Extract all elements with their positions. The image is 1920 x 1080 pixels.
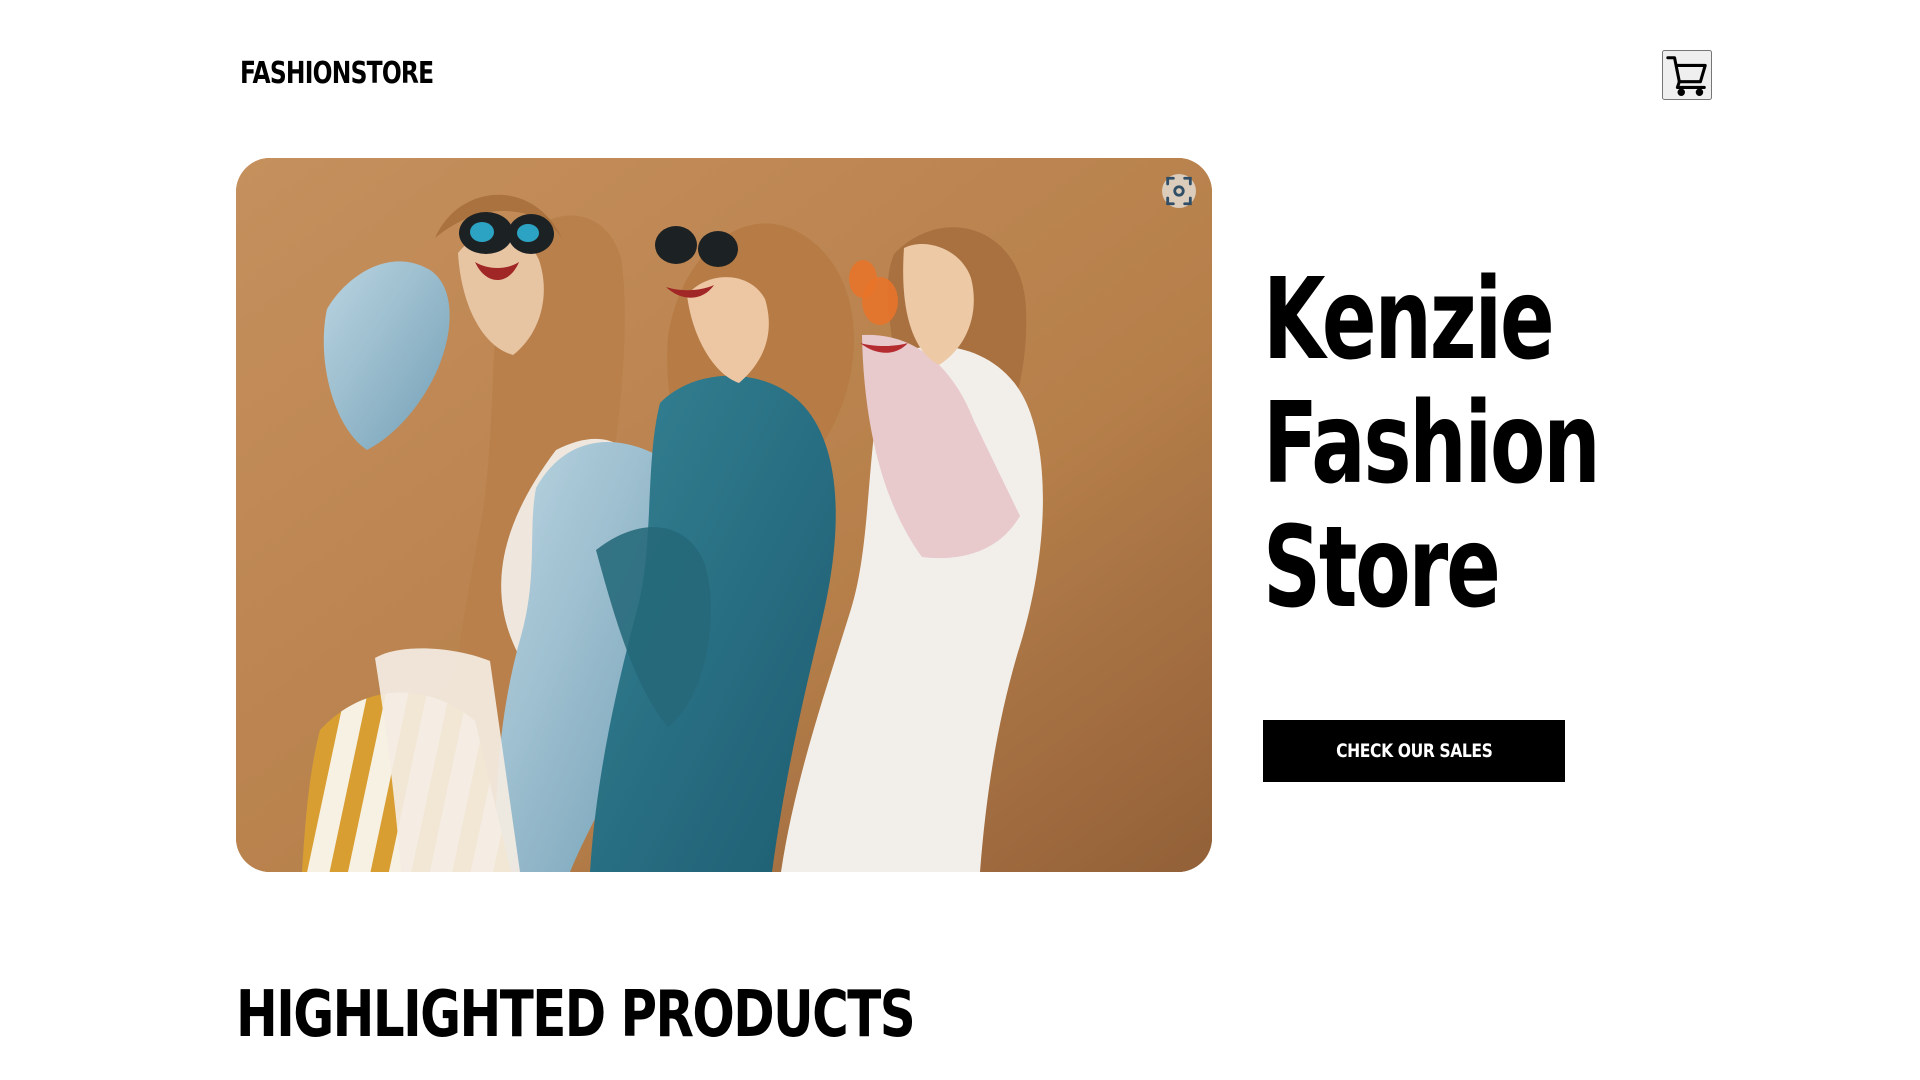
fashion-store-page: FASHIONSTORE Kenzie Fashion Store CHECK … (0, 0, 1920, 1080)
highlighted-products-heading: HIGHLIGHTED PRODUCTS (236, 978, 916, 1052)
lens-search-icon (1166, 176, 1192, 206)
hero-image (236, 158, 1212, 872)
store-logo[interactable]: FASHIONSTORE (240, 56, 434, 91)
hero-photo (236, 158, 1212, 872)
hero-title: Kenzie Fashion Store (1263, 255, 1601, 633)
check-our-sales-button[interactable]: CHECK OUR SALES (1263, 720, 1565, 782)
hero-copy: Kenzie Fashion Store (1263, 258, 1763, 630)
shopping-cart-icon[interactable] (1662, 50, 1712, 100)
site-header: FASHIONSTORE (236, 40, 1712, 120)
check-our-sales-label: CHECK OUR SALES (1335, 740, 1493, 762)
lens-search-button[interactable] (1162, 174, 1196, 208)
